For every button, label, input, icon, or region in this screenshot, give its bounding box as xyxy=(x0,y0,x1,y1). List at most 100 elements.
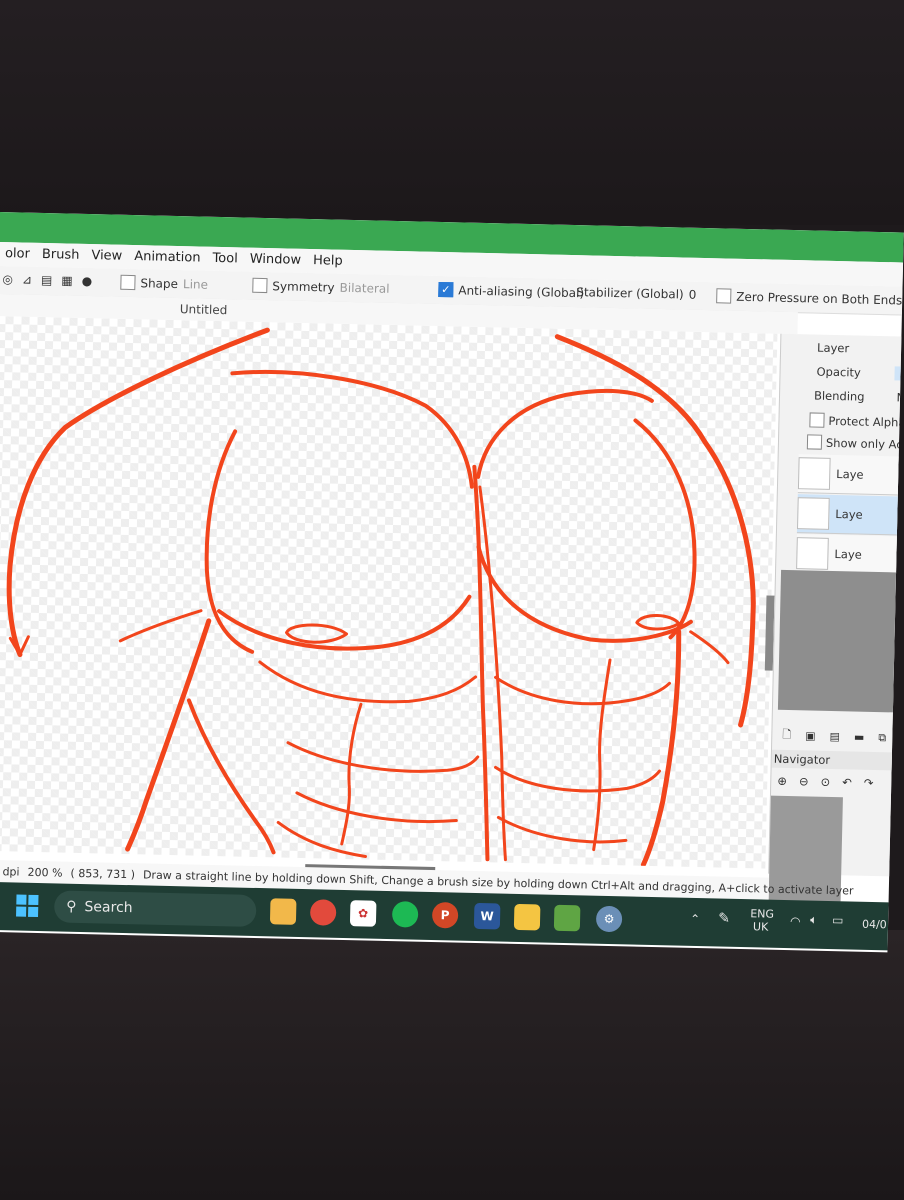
shape-option: Shape Line ▾ xyxy=(120,274,258,293)
menu-animation[interactable]: Animation xyxy=(128,245,207,271)
antialias-checkbox[interactable]: ✓ xyxy=(438,281,454,298)
drawing-canvas[interactable] xyxy=(0,315,778,869)
volume-icon[interactable]: 🔈︎ xyxy=(810,913,818,928)
antialias-label: Anti-aliasing (Global) xyxy=(458,282,585,300)
firealpaca-icon[interactable]: ✿ xyxy=(349,900,377,927)
blending-label: Blending xyxy=(813,388,865,404)
symmetry-select[interactable]: Bilateral xyxy=(339,280,389,295)
minecraft-icon[interactable] xyxy=(553,904,581,932)
right-shoulder-stroke xyxy=(554,334,756,728)
left-pec-bottom-stroke xyxy=(217,594,472,651)
clock-date[interactable]: 04/0 xyxy=(862,918,887,932)
right-ab-divider-stroke xyxy=(592,658,612,852)
folder-icon[interactable]: ▬ xyxy=(854,731,865,744)
menu-color[interactable]: olor xyxy=(0,242,36,267)
blending-select[interactable]: No xyxy=(896,390,903,404)
merge-layer-icon[interactable]: ⧉ xyxy=(878,731,886,745)
opacity-label: Opacity xyxy=(816,364,861,380)
powerpoint-icon[interactable]: P xyxy=(431,901,459,929)
menu-tool[interactable]: Tool xyxy=(206,247,244,272)
layer-item-selected[interactable]: Laye xyxy=(796,494,899,536)
menu-view[interactable]: View xyxy=(85,244,128,269)
spotify-icon[interactable] xyxy=(391,901,419,928)
search-label: Search xyxy=(84,899,133,917)
word-icon[interactable]: W xyxy=(473,902,501,930)
taskbar-search[interactable]: ⚲ Search xyxy=(53,890,257,927)
layer-thumbnail xyxy=(797,457,831,490)
language-indicator[interactable]: ENG UK xyxy=(750,907,774,934)
left-shoulder-stroke xyxy=(6,327,270,658)
windows-start-icon[interactable] xyxy=(16,894,39,918)
new-layer-icon[interactable]: 🗋 xyxy=(782,726,791,745)
chevron-up-icon[interactable]: ⌃ xyxy=(690,912,700,926)
menu-brush[interactable]: Brush xyxy=(36,243,86,268)
layer-item[interactable]: Laye xyxy=(796,534,898,576)
left-flank-stroke xyxy=(125,618,212,852)
grid-icon[interactable]: ▦ xyxy=(61,273,73,287)
antialias-option: ✓ Anti-aliasing (Global) xyxy=(438,281,585,300)
layer-panel: Layer Opacity Blending No Protect Alpha … xyxy=(768,333,904,906)
layer-name: Laye xyxy=(835,507,863,522)
copy-layer-icon[interactable]: ▤ xyxy=(829,730,840,743)
chrome-icon[interactable] xyxy=(309,899,337,926)
pen-icon[interactable]: ✎ xyxy=(718,910,730,926)
menu-help[interactable]: Help xyxy=(307,249,349,274)
rotate-right-icon[interactable]: ↷ xyxy=(864,776,874,790)
right-ab-upper-stroke xyxy=(494,675,671,706)
opacity-row: Opacity xyxy=(816,364,904,381)
region-code: UK xyxy=(752,920,769,934)
left-ab-bottom-stroke xyxy=(276,820,367,858)
search-icon: ⚲ xyxy=(66,898,77,915)
layer-item[interactable]: Laye xyxy=(797,454,900,496)
layer-name: Laye xyxy=(836,467,864,482)
zoom-fit-icon[interactable]: ⊙ xyxy=(820,775,830,789)
status-coords: ( 853, 731 ) xyxy=(70,866,136,881)
show-only-checkbox[interactable] xyxy=(806,434,823,450)
layer-thumbnail xyxy=(797,497,830,530)
shape-checkbox[interactable] xyxy=(120,274,136,291)
shape-select[interactable]: Line xyxy=(183,277,208,292)
left-lat-stroke xyxy=(118,609,203,643)
right-ab-mid-stroke xyxy=(494,765,661,793)
protect-alpha-row: Protect Alpha xyxy=(809,412,904,430)
stabilizer-select[interactable]: 0 xyxy=(689,288,697,302)
layer-list-empty-area xyxy=(777,569,898,713)
symmetry-option: Symmetry Bilateral ▾ xyxy=(252,277,449,297)
snap-circle-icon[interactable]: ◎ xyxy=(2,272,13,286)
right-lat-stroke xyxy=(689,630,730,665)
rotate-left-icon[interactable]: ↶ xyxy=(842,775,852,789)
language-code: ENG xyxy=(750,907,775,921)
blending-row: Blending No xyxy=(814,389,904,405)
layer-panel-title: Layer xyxy=(816,340,850,356)
symmetry-checkbox[interactable] xyxy=(252,277,268,294)
new-vector-layer-icon[interactable]: ▣ xyxy=(805,729,816,742)
snap-grid-icon[interactable]: ▤ xyxy=(41,273,53,287)
snap-tools: ◎ ⊿ ▤ ▦ ● xyxy=(2,272,92,288)
opacity-slider[interactable] xyxy=(894,366,904,381)
layer-name: Laye xyxy=(834,547,862,562)
torso-sketch xyxy=(6,327,756,868)
battery-icon[interactable]: ▭ xyxy=(832,913,844,927)
document-tab[interactable]: Untitled xyxy=(180,302,228,317)
brush-dot-icon[interactable]: ● xyxy=(82,274,93,288)
settings-icon[interactable]: ⚙ xyxy=(595,905,623,933)
left-nipple-stroke xyxy=(285,623,349,644)
wifi-icon[interactable]: ◠ xyxy=(790,914,801,928)
menu-window[interactable]: Window xyxy=(244,248,308,273)
left-ab-mid-stroke xyxy=(286,741,480,773)
protect-alpha-checkbox[interactable] xyxy=(809,412,825,428)
zoom-out-icon[interactable]: ⊖ xyxy=(799,774,809,788)
folder-app-icon[interactable] xyxy=(513,903,541,931)
zoom-in-icon[interactable]: ⊕ xyxy=(777,774,787,788)
zero-pressure-checkbox[interactable] xyxy=(716,288,732,304)
right-ab-lower-stroke xyxy=(496,815,628,844)
left-ab-divider-stroke xyxy=(340,702,363,846)
zero-pressure-option: Zero Pressure on Both Ends xyxy=(716,288,902,307)
layer-actions: 🗋 ▣ ▤ ▬ ⧉ xyxy=(782,726,886,747)
snap-line-icon[interactable]: ⊿ xyxy=(22,273,32,287)
zero-pressure-label: Zero Pressure on Both Ends xyxy=(736,289,903,307)
status-zoom: 200 % xyxy=(27,865,63,880)
protect-alpha-label: Protect Alpha xyxy=(828,413,904,430)
right-flank-stroke xyxy=(640,629,682,868)
file-explorer-icon[interactable] xyxy=(269,898,297,925)
